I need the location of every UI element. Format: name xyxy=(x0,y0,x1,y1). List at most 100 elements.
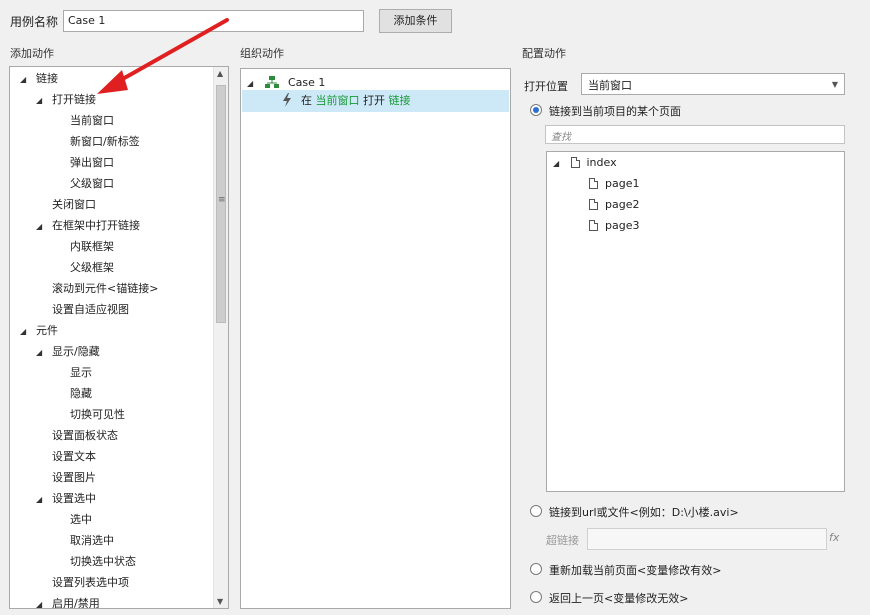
page-item[interactable]: page1 xyxy=(589,173,639,194)
tree-item-label: 取消选中 xyxy=(70,534,114,547)
radio-back[interactable] xyxy=(530,591,542,603)
action-target: 当前窗口 xyxy=(315,94,360,107)
tree-item[interactable]: 弹出窗口 xyxy=(54,152,114,173)
tree-item[interactable]: ◢ 启用/禁用 xyxy=(36,593,100,608)
expand-triangle-icon[interactable]: ◢ xyxy=(553,153,563,174)
tree-item[interactable]: 切换可见性 xyxy=(54,404,125,425)
tree-item[interactable]: 父级窗口 xyxy=(54,173,114,194)
radio-link-url[interactable] xyxy=(530,505,542,517)
tree-item[interactable]: 选中 xyxy=(54,509,92,530)
radio-back-label: 返回上一页<变量修改无效> xyxy=(549,592,689,605)
add-condition-button[interactable]: 添加条件 xyxy=(379,9,452,33)
fx-button[interactable]: fx xyxy=(829,531,839,544)
tree-item[interactable]: 设置列表选中项 xyxy=(36,572,129,593)
scroll-thumb[interactable]: ≡ xyxy=(216,85,226,323)
tree-item[interactable]: ◢ 设置选中 xyxy=(36,488,96,509)
tree-item-label: 弹出窗口 xyxy=(70,156,114,169)
tree-item-label: 父级窗口 xyxy=(70,177,114,190)
tree-item[interactable]: ◢ 打开链接 xyxy=(36,89,96,110)
page-icon xyxy=(570,157,580,168)
tree-item[interactable]: 滚动到元件<锚链接> xyxy=(36,278,158,299)
tree-item-label: 链接 xyxy=(36,72,58,85)
tree-item-label: 元件 xyxy=(36,324,58,337)
page-icon xyxy=(589,199,598,210)
hyperlink-label: 超链接 xyxy=(546,534,579,547)
action-verb: 打开 xyxy=(363,94,385,107)
action-object: 链接 xyxy=(388,94,411,107)
tree-item-label: 设置图片 xyxy=(52,471,96,484)
scroll-down-icon[interactable]: ▼ xyxy=(217,597,223,606)
tree-item[interactable]: ◢ 链接 xyxy=(20,68,58,89)
tree-item[interactable]: 设置图片 xyxy=(36,467,96,488)
tree-item-label: 设置面板状态 xyxy=(52,429,118,442)
tree-scrollbar[interactable]: ▲ ≡ ▼ xyxy=(213,67,228,608)
tree-item[interactable]: 内联框架 xyxy=(54,236,114,257)
scroll-up-icon[interactable]: ▲ xyxy=(217,69,223,78)
radio-reload[interactable] xyxy=(530,563,542,575)
configure-action-panel: 打开位置 当前窗口 ▼ 链接到当前项目的某个页面 查找 ◢ index page… xyxy=(514,66,863,609)
tree-item[interactable]: 取消选中 xyxy=(54,530,114,551)
page-item[interactable]: page3 xyxy=(589,215,639,236)
page-item-label: page3 xyxy=(605,219,640,232)
tree-item-label: 切换选中状态 xyxy=(70,555,136,568)
page-item-label: page1 xyxy=(605,177,640,190)
tree-item-label: 隐藏 xyxy=(70,387,92,400)
tree-item[interactable]: 设置文本 xyxy=(36,446,96,467)
page-item[interactable]: page2 xyxy=(589,194,639,215)
tree-item-label: 设置文本 xyxy=(52,450,96,463)
tree-item[interactable]: 当前窗口 xyxy=(54,110,114,131)
tree-item[interactable]: 关闭窗口 xyxy=(36,194,96,215)
tree-item-label: 显示/隐藏 xyxy=(52,345,100,358)
expand-triangle-icon[interactable]: ◢ xyxy=(20,69,30,90)
hyperlink-input[interactable] xyxy=(587,528,827,550)
open-position-value: 当前窗口 xyxy=(588,79,632,92)
open-position-select[interactable]: 当前窗口 ▼ xyxy=(581,73,845,95)
tree-item[interactable]: 新窗口/新标签 xyxy=(54,131,140,152)
tree-item-label: 设置列表选中项 xyxy=(52,576,129,589)
page-search-input[interactable]: 查找 xyxy=(545,125,845,144)
page-tree[interactable]: ◢ index page1 page2 page3 xyxy=(546,151,845,492)
add-action-tree[interactable]: ◢ 链接 ◢ 打开链接 当前窗口 新窗口/新标签 弹出窗口 父级窗口 关闭窗口 ◢ 在框架中打开链接… xyxy=(9,66,229,609)
tree-item-label: 新窗口/新标签 xyxy=(70,135,140,148)
lightning-icon xyxy=(283,93,291,107)
expand-triangle-icon[interactable]: ◢ xyxy=(36,489,46,510)
expand-triangle-icon[interactable]: ◢ xyxy=(36,90,46,111)
tree-item[interactable]: 切换选中状态 xyxy=(54,551,136,572)
action-prefix: 在 xyxy=(301,94,312,107)
page-item-label: page2 xyxy=(605,198,640,211)
case-name-input[interactable]: Case 1 xyxy=(63,10,364,32)
grip-icon: ≡ xyxy=(218,195,226,205)
add-action-title: 添加动作 xyxy=(10,47,54,60)
tree-item-label: 内联框架 xyxy=(70,240,114,253)
tree-item-label: 在框架中打开链接 xyxy=(52,219,140,232)
radio-link-page[interactable] xyxy=(530,104,542,116)
tree-item[interactable]: ◢ 在框架中打开链接 xyxy=(36,215,140,236)
tree-item-label: 父级框架 xyxy=(70,261,114,274)
action-node-selected[interactable]: 在 当前窗口 打开 链接 xyxy=(242,90,509,112)
tree-item-label: 选中 xyxy=(70,513,92,526)
radio-reload-label: 重新加载当前页面<变量修改有效> xyxy=(549,564,722,577)
page-root-label: index xyxy=(586,156,617,169)
tree-item-label: 打开链接 xyxy=(52,93,96,106)
expand-triangle-icon[interactable]: ◢ xyxy=(36,216,46,237)
expand-triangle-icon[interactable]: ◢ xyxy=(20,321,30,342)
tree-item[interactable]: ◢ 元件 xyxy=(20,320,58,341)
radio-link-url-label: 链接到url或文件<例如：D:\小楼.avi> xyxy=(549,506,739,519)
organize-action-title: 组织动作 xyxy=(240,47,284,60)
case-icon xyxy=(264,76,279,88)
tree-item-label: 切换可见性 xyxy=(70,408,125,421)
organize-action-tree[interactable]: ◢ Case 1 在 当前窗口 打开 链接 xyxy=(240,68,511,609)
tree-item[interactable]: 设置面板状态 xyxy=(36,425,118,446)
tree-item[interactable]: 设置自适应视图 xyxy=(36,299,129,320)
radio-link-page-label: 链接到当前项目的某个页面 xyxy=(549,105,681,118)
open-position-label: 打开位置 xyxy=(524,80,568,93)
page-tree-root[interactable]: ◢ index xyxy=(553,152,617,173)
expand-triangle-icon[interactable]: ◢ xyxy=(36,594,46,608)
tree-item[interactable]: 父级框架 xyxy=(54,257,114,278)
tree-item[interactable]: 隐藏 xyxy=(54,383,92,404)
tree-item[interactable]: 显示 xyxy=(54,362,92,383)
tree-item-label: 滚动到元件<锚链接> xyxy=(52,282,159,295)
tree-item-label: 设置选中 xyxy=(52,492,96,505)
expand-triangle-icon[interactable]: ◢ xyxy=(36,342,46,363)
tree-item[interactable]: ◢ 显示/隐藏 xyxy=(36,341,100,362)
